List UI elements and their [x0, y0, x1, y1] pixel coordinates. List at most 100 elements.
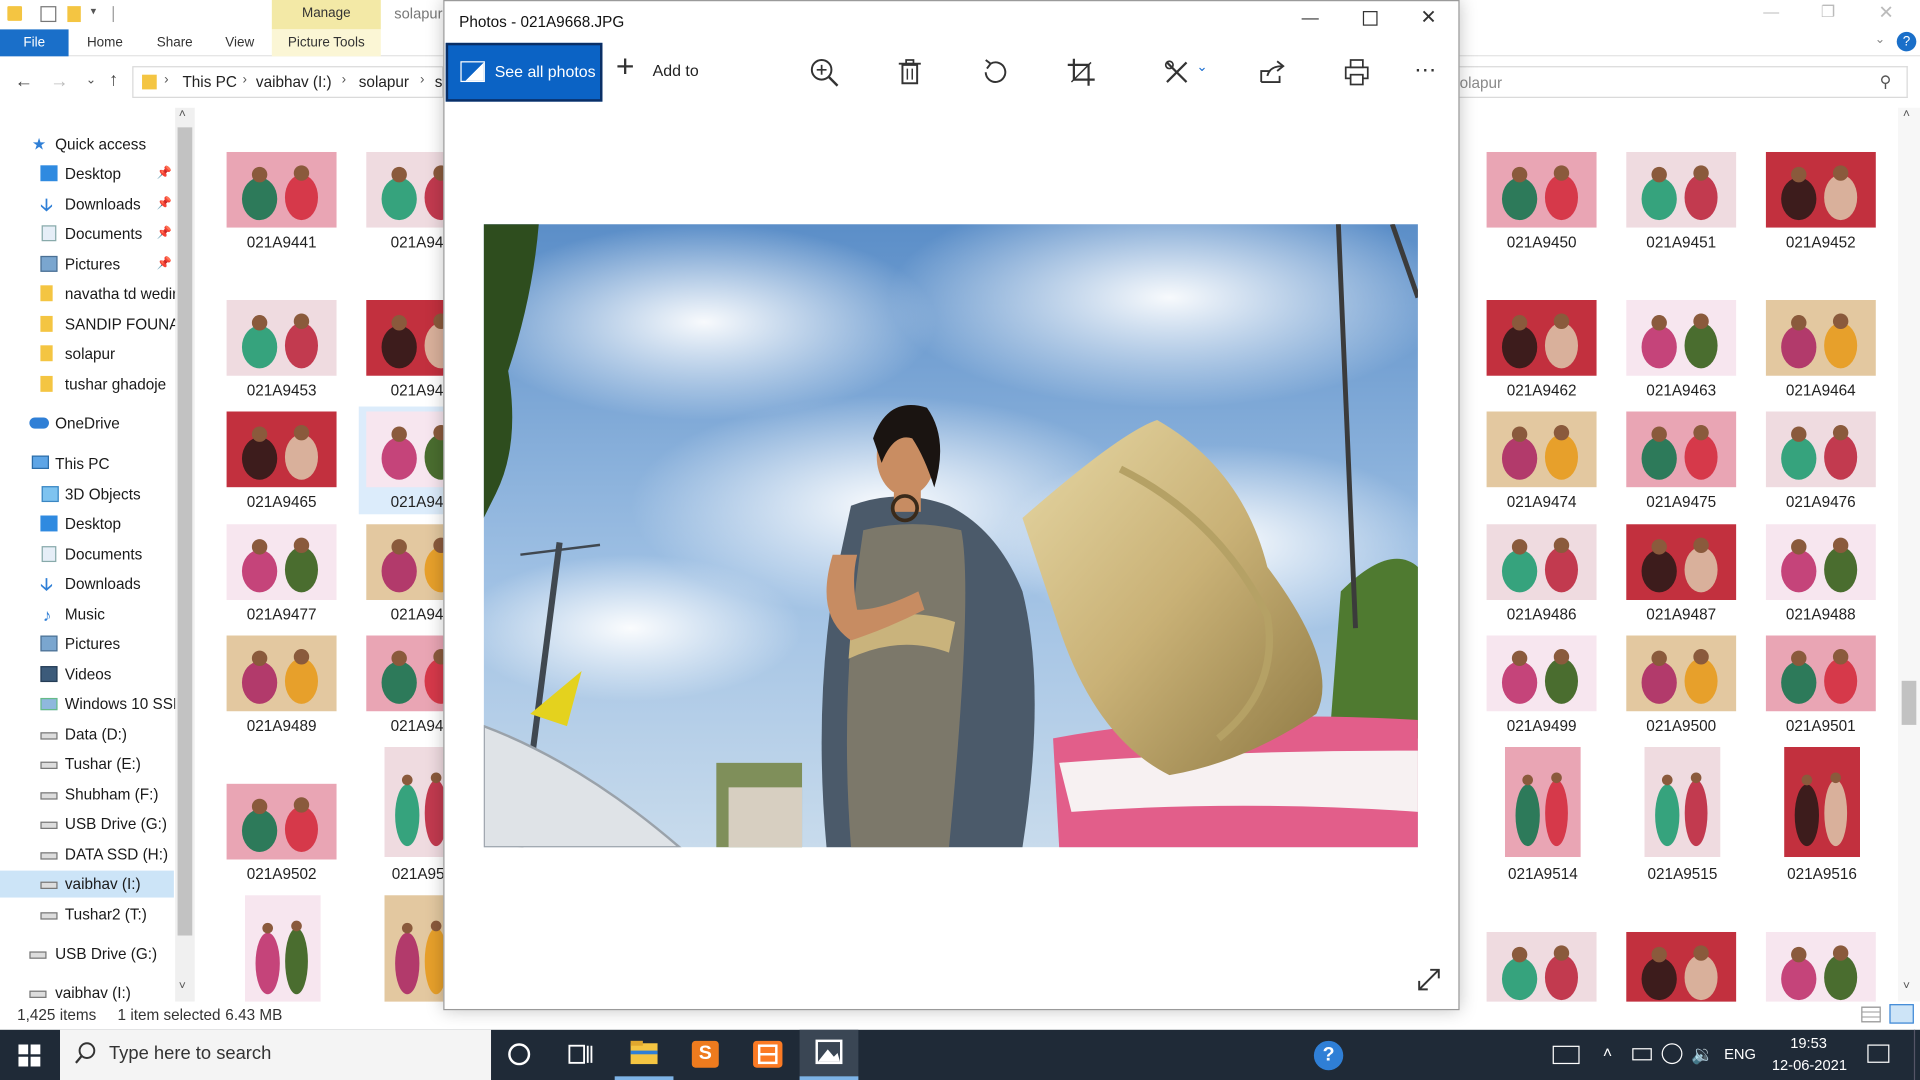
- windows-start-icon[interactable]: [18, 1044, 41, 1067]
- file-thumbnail[interactable]: [1765, 931, 1876, 1008]
- tab-file[interactable]: File: [0, 29, 69, 57]
- file-thumbnail[interactable]: [226, 524, 337, 601]
- rotate-icon[interactable]: [978, 55, 1012, 89]
- input-language[interactable]: ENG: [1724, 1046, 1756, 1063]
- file-name-label[interactable]: 021A9489: [220, 718, 342, 735]
- file-thumbnail[interactable]: [226, 300, 337, 376]
- file-thumbnail[interactable]: [226, 783, 337, 860]
- recent-locations-icon[interactable]: ⌄: [86, 73, 96, 86]
- breadcrumb-vaibhav[interactable]: vaibhav (I:): [256, 73, 332, 90]
- see-all-photos-button[interactable]: See all photos: [445, 42, 603, 102]
- file-name-label[interactable]: 021A9450: [1480, 234, 1602, 251]
- photos-close-button[interactable]: ✕: [1420, 5, 1436, 29]
- breadcrumb-this-pc[interactable]: This PC: [182, 73, 236, 90]
- properties-icon[interactable]: [40, 6, 57, 23]
- address-bar[interactable]: › This PC › vaibhav (I:) › solapur › s: [132, 66, 444, 98]
- file-name-label[interactable]: 021A9499: [1480, 718, 1602, 735]
- file-thumbnail[interactable]: [1486, 635, 1597, 712]
- scroll-up-icon[interactable]: ˄: [179, 108, 186, 121]
- breadcrumb-subfolder[interactable]: s: [435, 73, 443, 90]
- large-icons-view-icon[interactable]: [1889, 1004, 1914, 1024]
- battery-icon[interactable]: [1632, 1048, 1652, 1061]
- breadcrumb-chevron-icon[interactable]: ›: [342, 72, 346, 87]
- cortana-icon[interactable]: [508, 1043, 531, 1066]
- file-name-label[interactable]: 021A9462: [1480, 382, 1602, 399]
- file-thumbnail[interactable]: [1486, 151, 1597, 228]
- file-name-label[interactable]: 021A9452: [1760, 234, 1882, 251]
- show-hidden-icons-icon[interactable]: ˄: [1603, 1043, 1612, 1061]
- file-thumbnail[interactable]: [1626, 411, 1737, 488]
- scroll-down-icon[interactable]: ˅: [1903, 980, 1910, 993]
- file-name-label[interactable]: 021A9515: [1621, 866, 1743, 883]
- file-thumbnail[interactable]: [1765, 635, 1876, 712]
- file-thumbnail[interactable]: [1504, 746, 1581, 858]
- delete-icon[interactable]: [893, 55, 927, 89]
- file-name-label[interactable]: 021A9501: [1760, 718, 1882, 735]
- file-thumbnail[interactable]: [1765, 524, 1876, 601]
- nav-scroll-thumb[interactable]: [177, 127, 193, 936]
- file-name-label[interactable]: 021A9476: [1760, 493, 1882, 510]
- file-name-label[interactable]: 021A9487: [1620, 606, 1742, 623]
- file-thumbnail[interactable]: [1486, 300, 1597, 376]
- clock-date[interactable]: 12-06-2021: [1772, 1057, 1847, 1074]
- file-name-label[interactable]: 021A9486: [1480, 606, 1602, 623]
- scroll-down-icon[interactable]: ˅: [179, 980, 186, 993]
- file-thumbnail[interactable]: [1644, 746, 1721, 858]
- tab-share[interactable]: Share: [157, 29, 193, 56]
- file-thumbnail[interactable]: [1765, 151, 1876, 228]
- more-options-icon[interactable]: ⋯: [1414, 58, 1437, 84]
- task-view-icon[interactable]: [568, 1043, 593, 1065]
- xampp-taskbar-icon[interactable]: [753, 1040, 783, 1068]
- file-thumbnail[interactable]: [226, 411, 337, 488]
- keyboard-icon[interactable]: [1552, 1045, 1580, 1065]
- file-thumbnail[interactable]: [1765, 300, 1876, 376]
- show-desktop-button[interactable]: [1913, 1029, 1920, 1080]
- file-name-label[interactable]: 021A9474: [1480, 493, 1602, 510]
- file-name-label[interactable]: 021A9463: [1620, 382, 1742, 399]
- photos-maximize-button[interactable]: [1362, 11, 1378, 26]
- notifications-icon[interactable]: [1867, 1044, 1890, 1063]
- file-thumbnail[interactable]: [1626, 151, 1737, 228]
- help-tips-icon[interactable]: ?: [1313, 1040, 1344, 1071]
- full-screen-icon[interactable]: [1416, 966, 1443, 993]
- manage-context-tab[interactable]: Manage: [271, 0, 381, 30]
- back-arrow-icon[interactable]: ←: [15, 71, 33, 92]
- file-thumbnail[interactable]: [1626, 931, 1737, 1008]
- file-thumbnail[interactable]: [226, 635, 337, 712]
- explorer-close-button[interactable]: ✕: [1878, 1, 1893, 23]
- taskbar-search-box[interactable]: Type here to search: [60, 1029, 492, 1080]
- sublime-text-taskbar-icon[interactable]: S: [691, 1040, 719, 1068]
- file-name-label[interactable]: 021A9464: [1760, 382, 1882, 399]
- search-input[interactable]: olapur ⚲: [1457, 66, 1908, 98]
- file-explorer-taskbar-icon[interactable]: [614, 1030, 674, 1080]
- photos-taskbar-icon[interactable]: [799, 1029, 859, 1080]
- file-name-label[interactable]: 021A9453: [220, 382, 342, 399]
- file-name-label[interactable]: 021A9488: [1760, 606, 1882, 623]
- forward-arrow-icon[interactable]: →: [50, 71, 68, 92]
- file-name-label[interactable]: 021A9451: [1620, 234, 1742, 251]
- up-arrow-icon[interactable]: ↑: [109, 70, 118, 91]
- main-photo[interactable]: [483, 224, 1418, 848]
- breadcrumb-solapur[interactable]: solapur: [359, 73, 409, 90]
- ribbon-expand-icon[interactable]: ⌄: [1875, 33, 1885, 46]
- file-name-label[interactable]: 021A9441: [220, 234, 342, 251]
- scroll-up-icon[interactable]: ˄: [1903, 108, 1910, 121]
- print-icon[interactable]: [1340, 55, 1374, 89]
- file-thumbnail[interactable]: [1784, 746, 1861, 858]
- file-name-label[interactable]: 021A9465: [220, 493, 342, 510]
- file-thumbnail[interactable]: [1626, 635, 1737, 712]
- edit-create-icon[interactable]: [1160, 55, 1194, 89]
- tab-view[interactable]: View: [225, 29, 254, 56]
- file-thumbnail[interactable]: [1626, 300, 1737, 376]
- file-thumbnail[interactable]: [1486, 524, 1597, 601]
- edit-dropdown-icon[interactable]: ⌄: [1196, 59, 1207, 75]
- file-thumbnail[interactable]: [1486, 931, 1597, 1008]
- zoom-icon[interactable]: [807, 55, 841, 89]
- file-thumbnail[interactable]: [1765, 411, 1876, 488]
- file-name-label[interactable]: 021A9475: [1620, 493, 1742, 510]
- explorer-minimize-button[interactable]: —: [1763, 2, 1779, 20]
- volume-icon[interactable]: 🔉: [1691, 1043, 1714, 1065]
- clock-time[interactable]: 19:53: [1790, 1035, 1827, 1052]
- breadcrumb-chevron-icon[interactable]: ›: [164, 72, 168, 87]
- file-list-scroll-thumb[interactable]: [1901, 680, 1917, 725]
